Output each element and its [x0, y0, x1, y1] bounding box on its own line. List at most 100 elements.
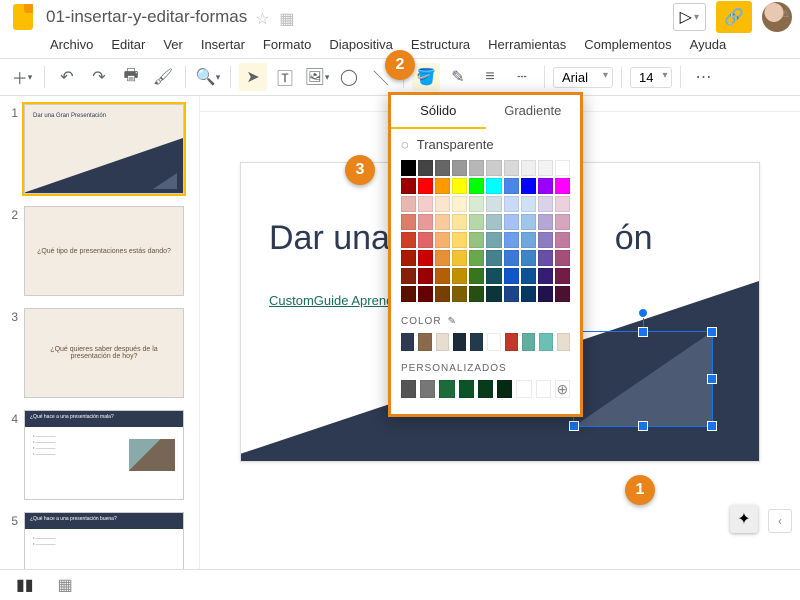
menu-herramientas[interactable]: Herramientas	[482, 33, 572, 56]
menu-complementos[interactable]: Complementos	[578, 33, 677, 56]
color-swatch[interactable]	[486, 232, 501, 248]
custom-swatch[interactable]	[536, 380, 551, 398]
theme-swatch[interactable]	[418, 333, 431, 351]
custom-swatch[interactable]	[478, 380, 493, 398]
menu-ayuda[interactable]: Ayuda	[684, 33, 733, 56]
color-swatch[interactable]	[401, 232, 416, 248]
custom-swatch[interactable]	[439, 380, 454, 398]
color-swatch[interactable]	[452, 178, 467, 194]
color-swatch[interactable]	[469, 178, 484, 194]
eyedropper-icon[interactable]: ✎	[448, 316, 457, 327]
color-swatch[interactable]	[504, 214, 519, 230]
textbox-tool[interactable]: 🅃	[271, 63, 299, 91]
color-swatch[interactable]	[538, 232, 553, 248]
theme-swatch[interactable]	[436, 333, 449, 351]
document-name[interactable]: 01-insertar-y-editar-formas	[46, 7, 247, 27]
color-swatch[interactable]	[401, 268, 416, 284]
color-swatch[interactable]	[486, 250, 501, 266]
color-swatch[interactable]	[504, 196, 519, 212]
custom-swatch[interactable]	[516, 380, 531, 398]
color-swatch[interactable]	[555, 196, 570, 212]
menu-editar[interactable]: Editar	[105, 33, 151, 56]
color-swatch[interactable]	[504, 232, 519, 248]
color-swatch[interactable]	[555, 250, 570, 266]
border-weight-button[interactable]: ≡	[476, 63, 504, 91]
color-swatch[interactable]	[418, 214, 433, 230]
color-swatch[interactable]	[521, 286, 536, 302]
share-button[interactable]: 🔗	[716, 1, 752, 33]
menu-diapositiva[interactable]: Diapositiva	[323, 33, 399, 56]
redo-button[interactable]: ↷	[85, 63, 113, 91]
color-swatch[interactable]	[538, 268, 553, 284]
menu-insertar[interactable]: Insertar	[195, 33, 251, 56]
color-swatch[interactable]	[555, 160, 570, 176]
color-swatch[interactable]	[504, 178, 519, 194]
filmstrip-view-button[interactable]: ▮▮	[16, 575, 34, 595]
theme-swatch[interactable]	[401, 333, 414, 351]
selected-shape-triangle[interactable]	[573, 331, 713, 427]
rotation-handle[interactable]	[638, 308, 648, 318]
color-swatch[interactable]	[418, 178, 433, 194]
scroll-left-button[interactable]: ‹	[768, 509, 792, 533]
color-swatch[interactable]	[469, 160, 484, 176]
color-swatch[interactable]	[435, 232, 450, 248]
resize-handle[interactable]	[638, 421, 648, 431]
color-swatch[interactable]	[555, 214, 570, 230]
border-dash-button[interactable]: ┄	[508, 63, 536, 91]
color-swatch[interactable]	[452, 214, 467, 230]
color-swatch[interactable]	[418, 196, 433, 212]
zoom-button[interactable]: 🔍▾	[194, 63, 222, 91]
color-swatch[interactable]	[418, 268, 433, 284]
resize-handle[interactable]	[707, 421, 717, 431]
custom-swatch[interactable]	[420, 380, 435, 398]
explore-button[interactable]: ✦	[730, 505, 758, 533]
resize-handle[interactable]	[707, 327, 717, 337]
color-swatch[interactable]	[538, 178, 553, 194]
folder-icon[interactable]: ▦	[279, 9, 295, 25]
color-swatch[interactable]	[435, 250, 450, 266]
color-swatch[interactable]	[469, 232, 484, 248]
tab-solid[interactable]: Sólido	[391, 95, 486, 129]
thumbnail-5[interactable]: ¿Qué hace a una presentación buena? • ——…	[24, 512, 184, 569]
theme-swatch[interactable]	[557, 333, 570, 351]
color-swatch[interactable]	[469, 268, 484, 284]
theme-swatch[interactable]	[453, 333, 466, 351]
color-swatch[interactable]	[486, 178, 501, 194]
color-swatch[interactable]	[452, 268, 467, 284]
color-swatch[interactable]	[538, 196, 553, 212]
undo-button[interactable]: ↶	[53, 63, 81, 91]
present-button[interactable]: ▷ ▾	[673, 3, 706, 31]
color-swatch[interactable]	[469, 214, 484, 230]
color-swatch[interactable]	[469, 196, 484, 212]
fill-color-button[interactable]: 🪣	[412, 63, 440, 91]
color-swatch[interactable]	[435, 196, 450, 212]
color-swatch[interactable]	[452, 160, 467, 176]
color-swatch[interactable]	[521, 250, 536, 266]
color-swatch[interactable]	[486, 214, 501, 230]
new-slide-button[interactable]: ＋▾	[8, 63, 36, 91]
color-swatch[interactable]	[452, 250, 467, 266]
color-swatch[interactable]	[401, 214, 416, 230]
custom-swatch[interactable]	[459, 380, 474, 398]
custom-swatch[interactable]	[497, 380, 512, 398]
resize-handle[interactable]	[707, 374, 717, 384]
thumbnail-4[interactable]: ¿Qué hace a una presentación mala? • ———…	[24, 410, 184, 500]
hide-menus-button[interactable]: ㅿ	[779, 4, 792, 24]
shape-tool[interactable]: ◯	[335, 63, 363, 91]
color-swatch[interactable]	[538, 250, 553, 266]
color-swatch[interactable]	[555, 268, 570, 284]
menu-ver[interactable]: Ver	[157, 33, 189, 56]
color-swatch[interactable]	[538, 286, 553, 302]
color-swatch[interactable]	[435, 178, 450, 194]
menu-archivo[interactable]: Archivo	[44, 33, 99, 56]
color-swatch[interactable]	[418, 160, 433, 176]
thumbnail-3[interactable]: ¿Qué quieres saber después de la present…	[24, 308, 184, 398]
color-swatch[interactable]	[469, 286, 484, 302]
color-swatch[interactable]	[401, 196, 416, 212]
resize-handle[interactable]	[638, 327, 648, 337]
custom-swatch[interactable]	[401, 380, 416, 398]
font-family-select[interactable]: Arial	[553, 67, 613, 88]
color-swatch[interactable]	[555, 232, 570, 248]
color-swatch[interactable]	[452, 232, 467, 248]
select-tool[interactable]: ➤	[239, 63, 267, 91]
